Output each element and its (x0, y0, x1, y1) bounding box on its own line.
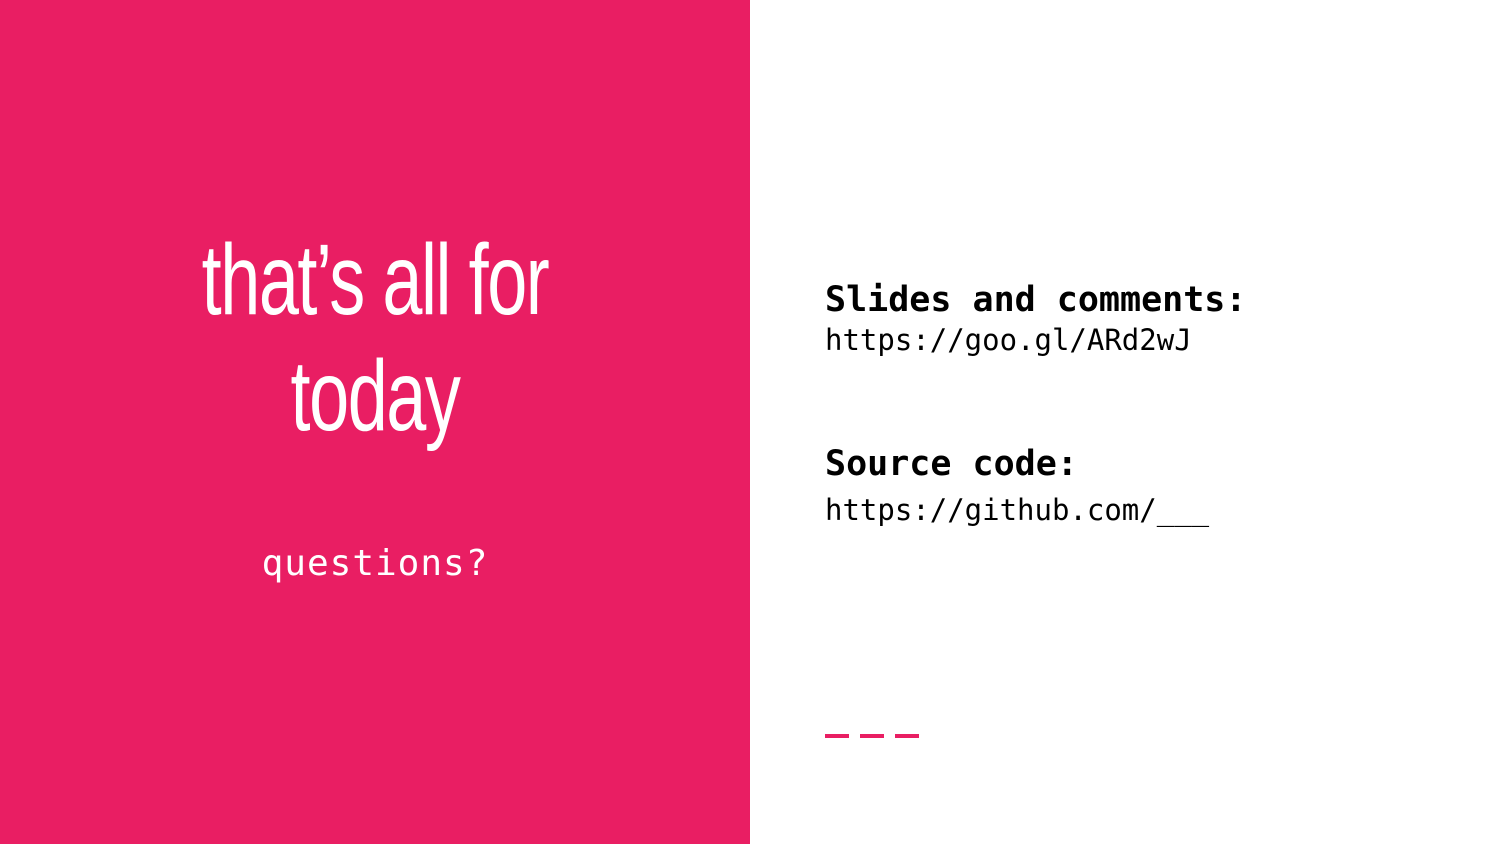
slides-heading: Slides and comments: (825, 280, 1247, 320)
slides-link[interactable]: https://goo.gl/ARd2wJ (825, 322, 1192, 358)
slide-title: that’s all for today (105, 222, 645, 454)
source-link[interactable]: https://github.com/___ (825, 492, 1209, 528)
decorative-dashes (825, 734, 921, 738)
title-line-1: that’s all for (201, 224, 550, 336)
slide: that’s all for today questions? Slides a… (0, 0, 1500, 844)
title-line-2: today (290, 340, 461, 452)
dash-1 (825, 734, 849, 738)
questions-prompt: questions? (261, 543, 489, 584)
content-panel (750, 0, 1500, 844)
dash-2 (860, 734, 884, 738)
source-heading: Source code: (825, 444, 1078, 484)
dash-3 (895, 734, 919, 738)
